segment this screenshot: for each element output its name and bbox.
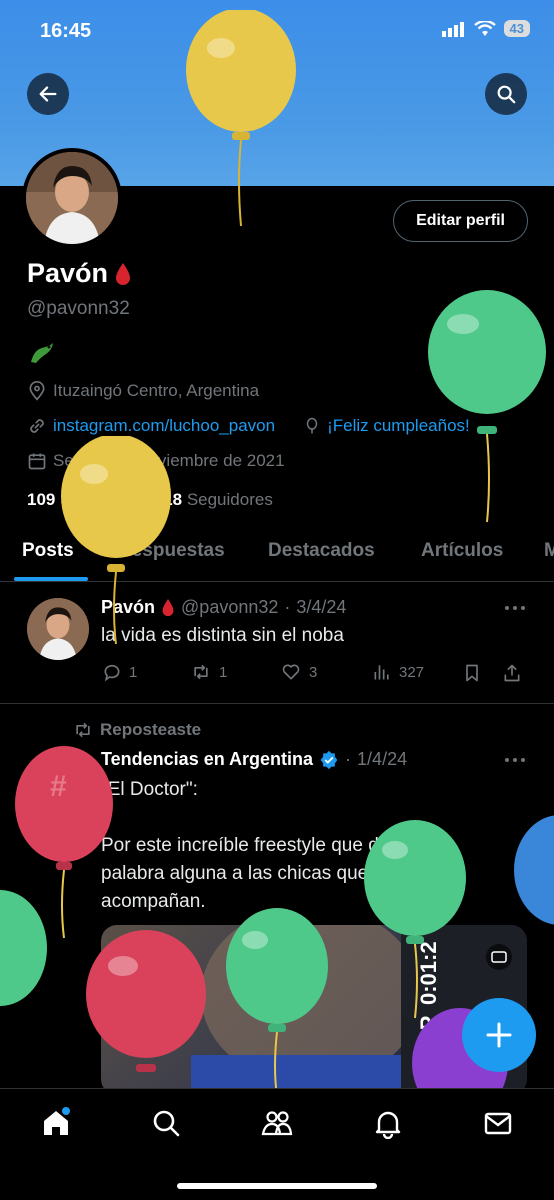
following-label: Siguiendo — [60, 490, 136, 509]
location-pin-icon — [29, 381, 45, 401]
svg-text:#: # — [50, 770, 67, 803]
status-bar: 16:45 43 — [0, 0, 554, 66]
video-sp-label: SP — [416, 1016, 441, 1045]
profile-tabs: Posts Respuestas Destacados Artículos M — [0, 528, 554, 582]
back-button[interactable] — [27, 73, 69, 115]
avatar-image — [27, 598, 89, 660]
search-icon[interactable] — [150, 1107, 182, 1139]
blue-balloon — [514, 815, 554, 925]
dot-separator: · — [345, 749, 352, 769]
green-balloon — [428, 290, 546, 523]
profile-joined: Se unió en noviembre de 2021 — [27, 451, 285, 471]
crocodile-icon — [31, 343, 53, 363]
profile-location: Ituzaingó Centro, Argentina — [27, 381, 259, 401]
tweet-divider — [0, 703, 554, 704]
views-count: 327 — [399, 663, 425, 681]
views-chart-icon — [374, 665, 389, 680]
tweet-text: la vida es distinta sin el noba — [101, 625, 344, 646]
avatar-image — [26, 152, 118, 244]
video-timestamp: 0:01:2 — [416, 941, 441, 1005]
status-icons: 43 — [441, 20, 530, 37]
location-text: Ituzaingó Centro, Argentina — [53, 381, 260, 400]
tweet-header: Tendencias en Argentina · 1/4/24 — [101, 749, 407, 770]
messages-mail-icon[interactable] — [482, 1107, 514, 1139]
blood-drop-icon — [162, 598, 174, 617]
heart-icon — [282, 664, 300, 680]
tweet-author-name[interactable]: Tendencias en Argentina — [101, 749, 313, 770]
tweet-date: 3/4/24 — [296, 597, 347, 617]
verified-badge-icon — [320, 750, 338, 769]
profile-link-row: instagram.com/luchoo_pavon ¡Feliz cumple… — [27, 416, 470, 436]
balloon-icon — [306, 417, 318, 434]
repost-icon — [76, 722, 90, 738]
tweet-header: Pavón @pavonn32 · 3/4/24 — [101, 597, 346, 618]
joined-text: Se unió en noviembre de 2021 — [53, 451, 285, 470]
tab-articles[interactable]: Artículos — [421, 540, 503, 562]
compose-post-button[interactable] — [462, 998, 536, 1072]
tweet-avatar[interactable] — [27, 598, 89, 660]
video-frame-image: 0:01:2 SP — [191, 925, 527, 1095]
tweet-author-handle: @pavonn32 — [181, 597, 279, 617]
reply-icon — [104, 664, 120, 682]
blood-drop-icon — [116, 262, 131, 285]
communities-icon[interactable] — [261, 1107, 293, 1139]
status-time: 16:45 — [40, 20, 92, 42]
views-button[interactable]: 327 — [372, 662, 424, 682]
arrow-left-icon — [39, 86, 57, 102]
profile-name: Pavón — [27, 258, 132, 289]
red-balloon: # — [15, 746, 113, 939]
like-button[interactable]: 3 — [280, 662, 317, 682]
like-count: 3 — [309, 663, 318, 681]
plus-icon — [486, 1022, 512, 1048]
calendar-icon — [28, 453, 46, 470]
home-icon[interactable] — [40, 1107, 72, 1139]
followers-label: Seguidores — [186, 490, 273, 509]
more-options-icon[interactable] — [504, 604, 526, 612]
following-count: 109 — [27, 490, 56, 509]
profile-handle: @pavonn32 — [27, 298, 130, 319]
search-icon — [497, 85, 516, 104]
repost-icon — [194, 664, 208, 680]
repost-label: Reposteaste — [100, 720, 202, 739]
tweet-text-paragraph: Por este increíble freestyle que dejó si… — [101, 835, 434, 912]
tweet-author-name[interactable]: Pavón — [101, 597, 155, 618]
followers-count: 118 — [154, 490, 183, 509]
search-button[interactable] — [485, 73, 527, 115]
profile-stats: 109 Siguiendo 118 Seguidores — [27, 490, 273, 510]
profile-avatar[interactable] — [22, 148, 122, 248]
tab-posts[interactable]: Posts — [22, 540, 74, 562]
repost-button[interactable]: 1 — [190, 662, 227, 682]
repost-count: 1 — [219, 663, 228, 681]
more-options-icon[interactable] — [504, 756, 526, 764]
captions-icon[interactable] — [485, 943, 513, 971]
signal-icon — [441, 21, 464, 37]
active-tab-indicator — [14, 577, 88, 581]
green-balloon — [0, 890, 47, 1006]
profile-link[interactable]: instagram.com/luchoo_pavon — [53, 416, 275, 436]
dot-separator: · — [284, 597, 291, 617]
tweet-date: 1/4/24 — [357, 749, 408, 769]
notifications-bell-icon[interactable] — [372, 1107, 404, 1139]
wifi-icon — [473, 20, 496, 36]
edit-profile-button[interactable]: Editar perfil — [393, 200, 528, 242]
reply-count: 1 — [129, 663, 138, 681]
tweet-actions: 1 1 3 327 — [102, 660, 528, 688]
link-icon — [30, 419, 44, 433]
repost-indicator: Reposteaste — [72, 720, 201, 740]
reply-button[interactable]: 1 — [102, 662, 137, 682]
birthday-text: ¡Feliz cumpleaños! — [327, 416, 470, 435]
followers-link[interactable]: 118 Seguidores — [155, 490, 273, 509]
share-icon[interactable] — [502, 662, 522, 684]
home-indicator — [177, 1183, 377, 1189]
tweet-text-line1: "El Doctor": — [101, 779, 198, 800]
battery-indicator: 43 — [503, 20, 530, 37]
tab-highlights[interactable]: Destacados — [268, 540, 375, 562]
tab-media[interactable]: M — [544, 540, 554, 562]
tweet-video-thumbnail[interactable]: 0:01:2 SP — [101, 925, 527, 1095]
bookmark-icon[interactable] — [462, 662, 482, 684]
profile-name-text: Pavón — [27, 258, 109, 288]
following-link[interactable]: 109 Siguiendo — [27, 490, 136, 509]
tab-replies[interactable]: Respuestas — [118, 540, 225, 562]
